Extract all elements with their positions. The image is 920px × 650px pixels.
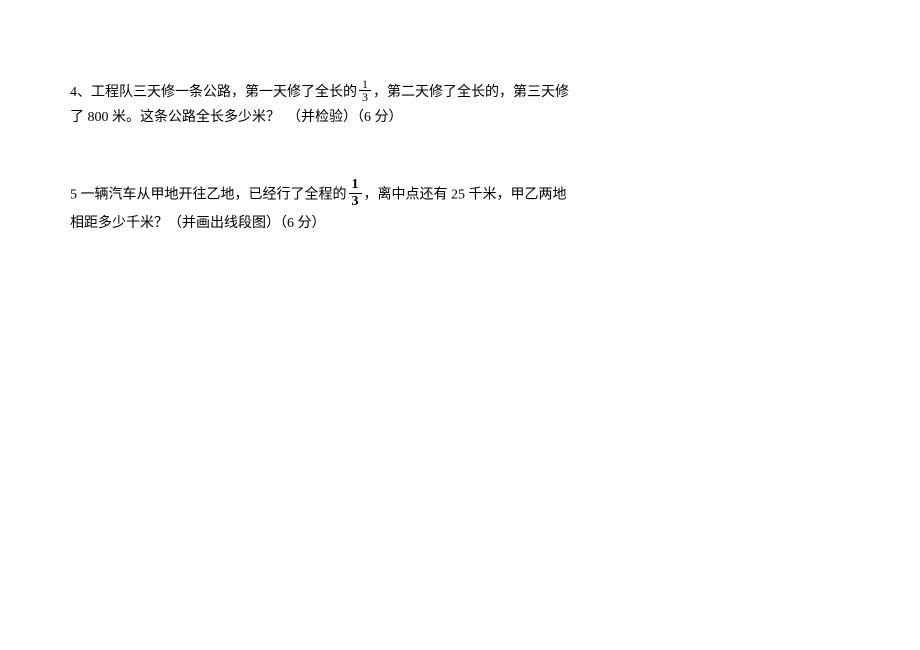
fraction-one-third: 13 xyxy=(359,78,371,103)
text-segment: ，离中点还有 25 千米，甲乙两地 xyxy=(364,188,567,203)
text-segment: 一辆汽车从甲地开往乙地，已经行了全程的 xyxy=(81,188,347,203)
problem-5: 5 一辆汽车从甲地开往乙地，已经行了全程的13，离中点还有 25 千米，甲乙两地… xyxy=(70,180,590,236)
problem-number: 4、 xyxy=(70,85,91,100)
problem-4-line-2: 了 800 米。这条公路全长多少米？ （并检验）（6 分） xyxy=(70,105,590,130)
text-segment: 工程队三天修一条公路，第一天修了全长的 xyxy=(91,85,357,100)
problem-5-line-1: 5 一辆汽车从甲地开往乙地，已经行了全程的13，离中点还有 25 千米，甲乙两地 xyxy=(70,180,590,211)
problem-number: 5 xyxy=(70,188,81,203)
fraction-one-third-bold: 13 xyxy=(349,178,362,209)
problem-5-line-2: 相距多少千米？（并画出线段图）（6 分） xyxy=(70,211,590,236)
problem-4: 4、工程队三天修一条公路，第一天修了全长的13，第二天修了全长的，第三天修 了 … xyxy=(70,80,590,130)
fraction-numerator: 1 xyxy=(349,178,362,194)
text-segment: ，第二天修了全长的，第三天修 xyxy=(373,85,569,100)
fraction-denominator: 3 xyxy=(349,194,362,209)
problem-4-line-1: 4、工程队三天修一条公路，第一天修了全长的13，第二天修了全长的，第三天修 xyxy=(70,80,590,105)
fraction-denominator: 3 xyxy=(359,91,371,103)
